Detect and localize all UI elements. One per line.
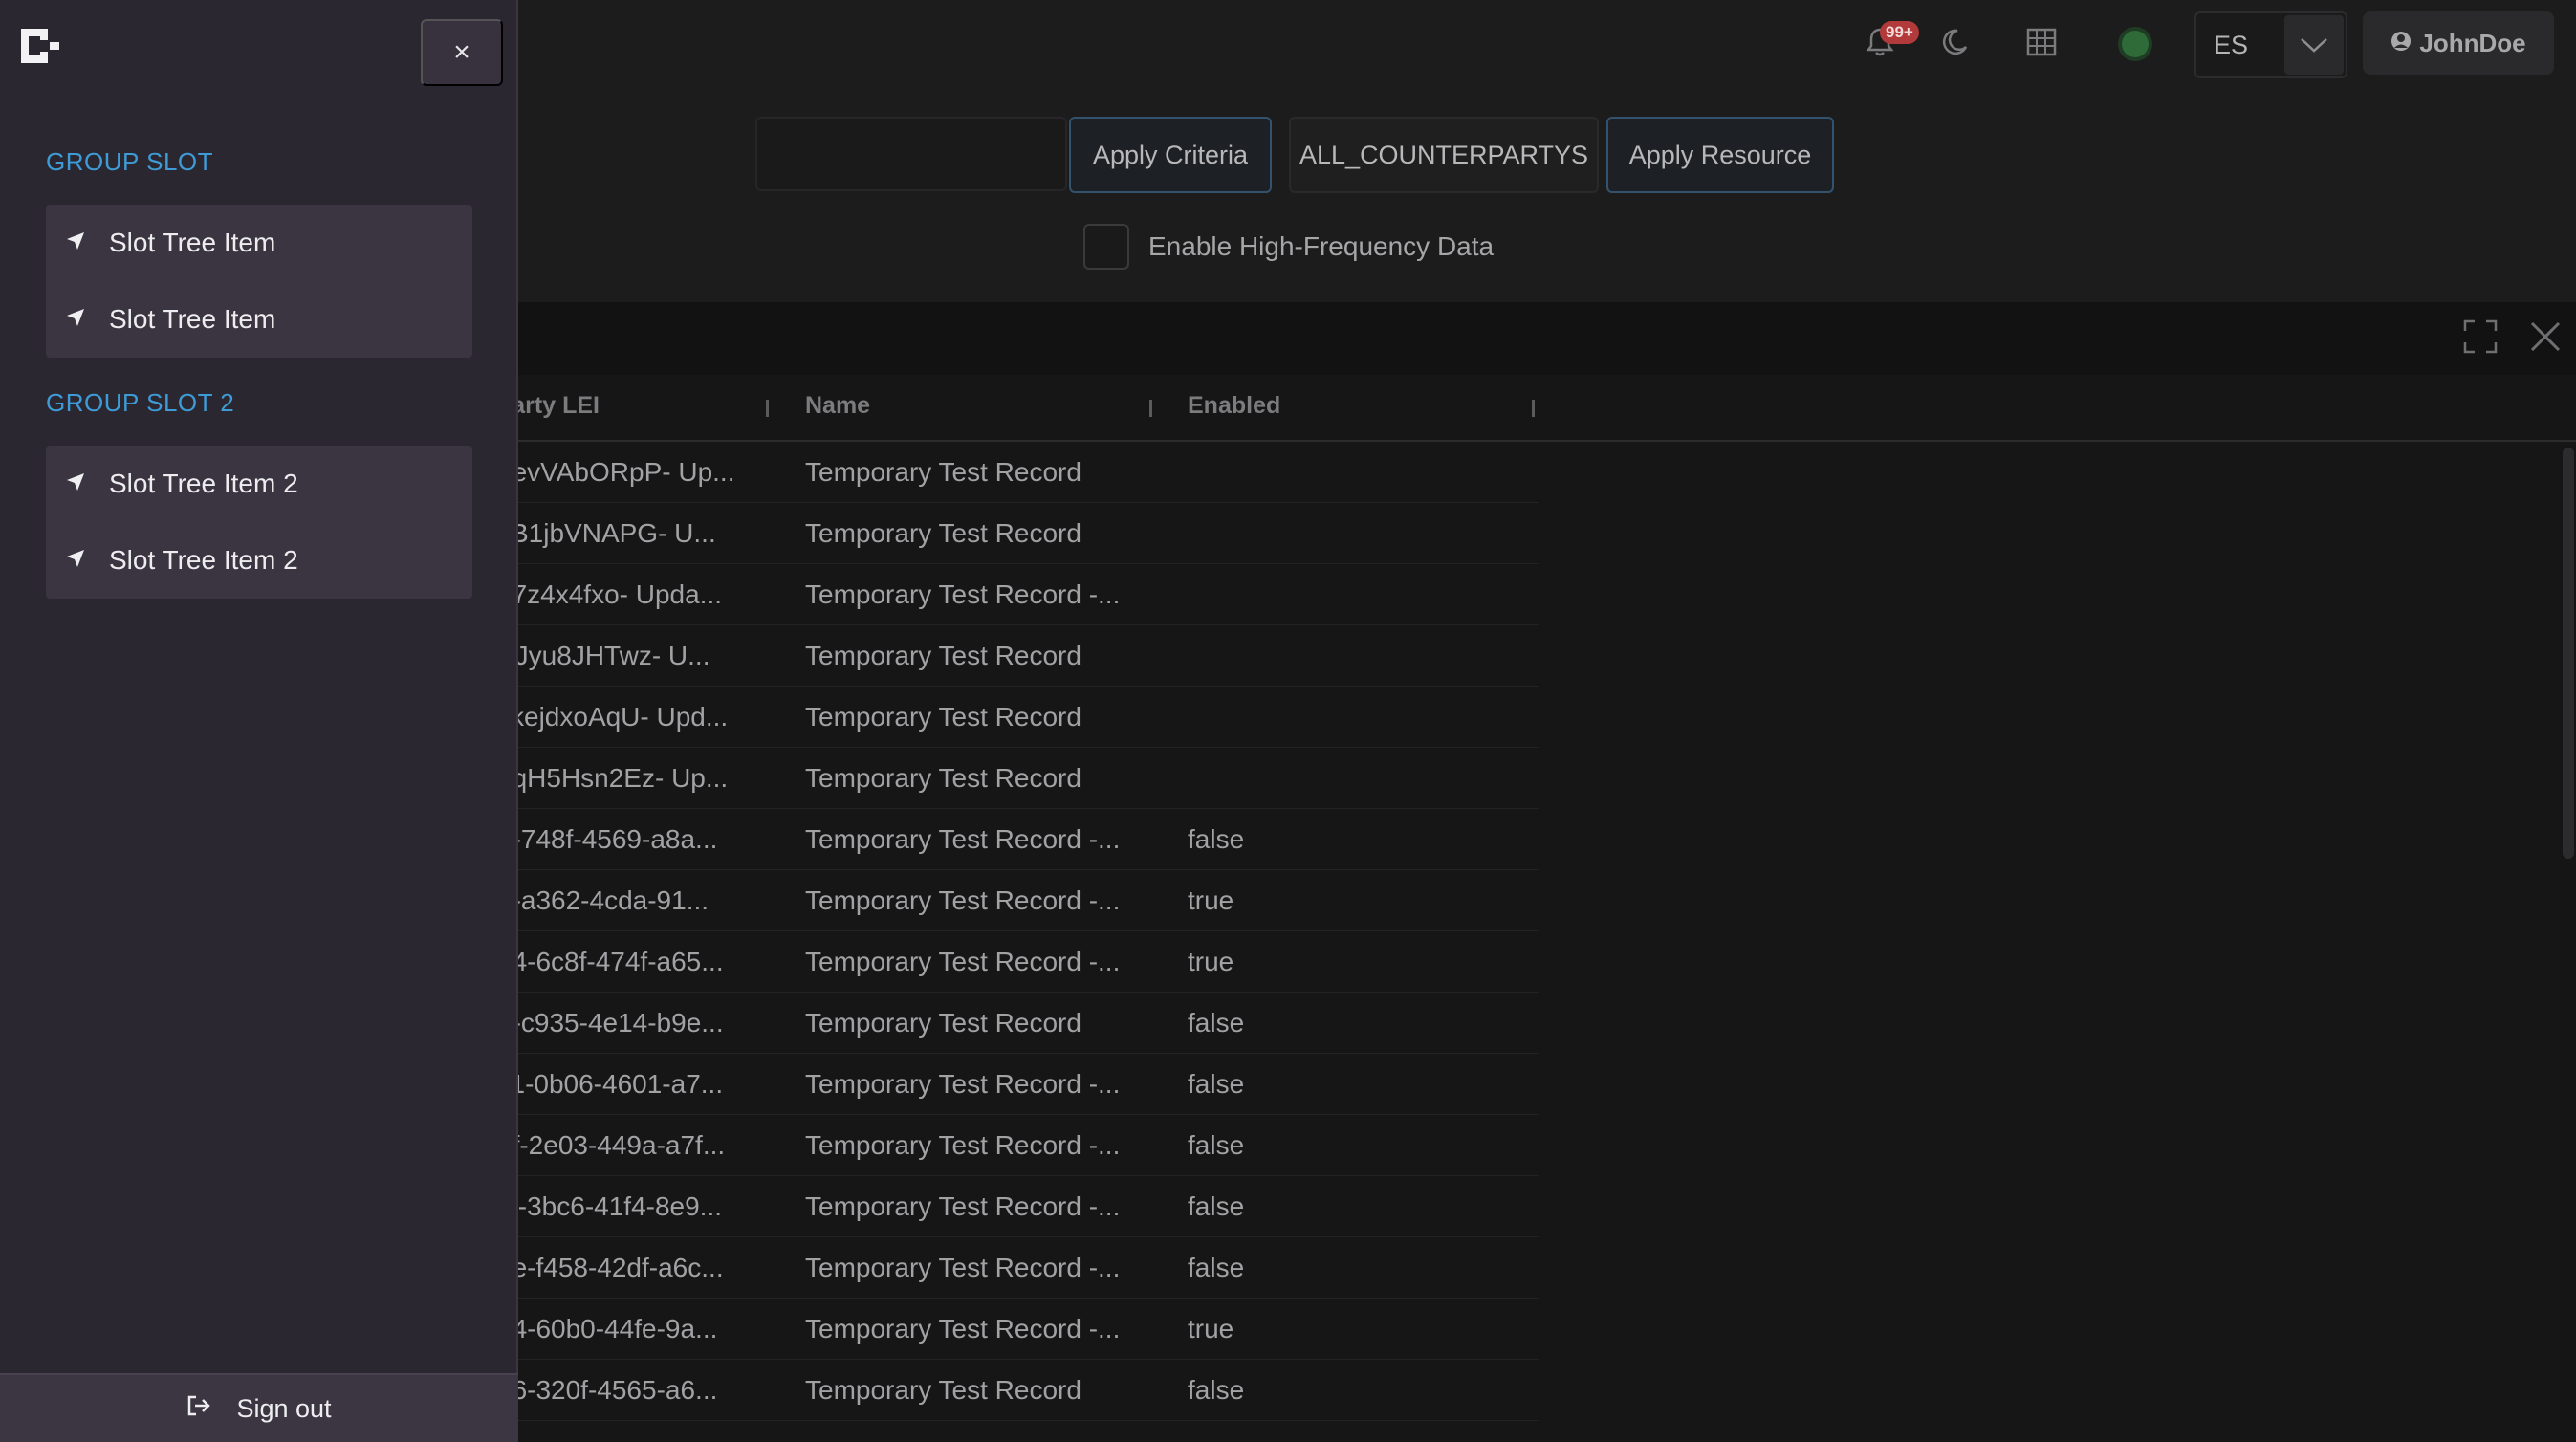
column-header-enabled[interactable]: Enabled: [1188, 392, 1280, 420]
counterparty-select[interactable]: ALL_COUNTERPARTYS: [1289, 117, 1599, 193]
logo-icon[interactable]: [19, 27, 61, 69]
notification-badge: 99+: [1880, 21, 1919, 44]
sidebar-tree-item-label: Slot Tree Item: [109, 304, 276, 334]
column-resize-handle[interactable]: [1532, 400, 1535, 417]
cell-lei: 5f-2e03-449a-a7f...: [497, 1130, 726, 1160]
navigation-arrow-icon: [65, 545, 86, 576]
apply-criteria-button[interactable]: Apply Criteria: [1069, 117, 1272, 193]
cell-enabled: false: [1188, 1130, 1245, 1160]
sidebar-tree-item[interactable]: Slot Tree Item: [46, 281, 472, 358]
high-frequency-checkbox[interactable]: [1083, 224, 1129, 270]
sidebar-tree-item[interactable]: Slot Tree Item 2: [46, 522, 472, 599]
column-resize-handle[interactable]: [1149, 400, 1152, 417]
criteria-input[interactable]: [755, 117, 1067, 191]
language-select[interactable]: ES: [2194, 11, 2347, 78]
cell-name: Temporary Test Record -...: [805, 1191, 1121, 1221]
cell-name: Temporary Test Record: [805, 1008, 1081, 1038]
cell-enabled: false: [1188, 1191, 1245, 1221]
close-icon[interactable]: [2526, 317, 2565, 360]
cell-name: Temporary Test Record -...: [805, 1069, 1121, 1099]
cell-enabled: false: [1188, 1069, 1245, 1099]
navigation-arrow-icon: [65, 469, 86, 499]
sidebar-group: Slot Tree Item Slot Tree Item: [46, 205, 472, 358]
cell-name: Temporary Test Record -...: [805, 579, 1121, 609]
cell-enabled: false: [1188, 1008, 1245, 1038]
sidebar-group: Slot Tree Item 2 Slot Tree Item 2: [46, 446, 472, 599]
cell-name: Temporary Test Record: [805, 518, 1081, 548]
column-resize-handle[interactable]: [766, 400, 769, 417]
cell-enabled: false: [1188, 824, 1245, 854]
grid-view-button[interactable]: [2013, 15, 2070, 73]
cell-name: Temporary Test Record -...: [805, 885, 1121, 915]
cell-enabled: false: [1188, 1253, 1245, 1282]
cell-lei: 8-748f-4569-a8a...: [497, 824, 718, 854]
cell-lei: kkejdxoAqU- Upd...: [497, 702, 729, 732]
cell-lei: 9-a362-4cda-91...: [497, 885, 709, 915]
cell-name: Temporary Test Record: [805, 763, 1081, 793]
sidebar-tree-item-label: Slot Tree Item 2: [109, 469, 298, 498]
cell-lei: eqH5Hsn2Ez- Up...: [497, 763, 729, 793]
cell-name: Temporary Test Record -...: [805, 1314, 1121, 1344]
sidebar-tree-item[interactable]: Slot Tree Item 2: [46, 446, 472, 522]
cell-name: Temporary Test Record: [805, 641, 1081, 670]
moon-icon: [1940, 28, 1969, 61]
high-frequency-label: Enable High-Frequency Data: [1148, 231, 1495, 261]
cell-lei: cf-3bc6-41f4-8e9...: [497, 1191, 723, 1221]
sidebar-close-button[interactable]: ×: [421, 19, 503, 86]
cell-name: Temporary Test Record -...: [805, 1130, 1121, 1160]
cell-name: Temporary Test Record: [805, 1375, 1081, 1405]
cell-name: Temporary Test Record: [805, 702, 1081, 732]
table-scrollbar-thumb[interactable]: [2563, 448, 2574, 859]
cell-lei: zB1jbVNAPG- U...: [497, 518, 716, 548]
sidebar: × GROUP SLOT Slot Tree Item Slot Tree It…: [0, 0, 518, 1442]
sign-out-icon: [186, 1394, 211, 1424]
cell-name: Temporary Test Record: [805, 457, 1081, 487]
connection-status-indicator: [2122, 31, 2149, 57]
cell-lei: a-c935-4e14-b9e...: [497, 1008, 724, 1038]
user-icon: [2390, 29, 2412, 58]
sign-out-button[interactable]: Sign out: [0, 1373, 518, 1442]
cell-enabled: true: [1188, 947, 1234, 976]
cell-lei: PJyu8JHTwz- U...: [497, 641, 710, 670]
cell-lei: 94-60b0-44fe-9a...: [497, 1314, 718, 1344]
column-header-name[interactable]: Name: [805, 392, 870, 420]
chevron-down-icon[interactable]: [2284, 15, 2344, 75]
language-value: ES: [2214, 30, 2249, 59]
cell-enabled: true: [1188, 1314, 1234, 1344]
high-frequency-toggle[interactable]: Enable High-Frequency Data: [1083, 224, 1494, 270]
navigation-arrow-icon: [65, 304, 86, 335]
cell-name: Temporary Test Record -...: [805, 824, 1121, 854]
sidebar-tree-item-label: Slot Tree Item: [109, 228, 276, 257]
sign-out-label: Sign out: [236, 1393, 332, 1423]
sidebar-tree-item[interactable]: Slot Tree Item: [46, 205, 472, 281]
cell-lei: o7z4x4fxo- Upda...: [497, 579, 723, 609]
cell-enabled: true: [1188, 885, 1234, 915]
theme-toggle-button[interactable]: [1926, 15, 1983, 73]
expand-icon[interactable]: [2461, 317, 2500, 360]
cell-lei: 7e-f458-42df-a6c...: [497, 1253, 724, 1282]
cell-name: Temporary Test Record -...: [805, 1253, 1121, 1282]
cell-lei: d4-6c8f-474f-a65...: [497, 947, 724, 976]
user-menu-button[interactable]: JohnDoe: [2363, 11, 2554, 75]
sidebar-group-title: GROUP SLOT: [46, 147, 214, 176]
apply-resource-button[interactable]: Apply Resource: [1606, 117, 1834, 193]
cell-lei: 76-320f-4565-a6...: [497, 1375, 718, 1405]
sidebar-group-title: GROUP SLOT 2: [46, 388, 235, 417]
cell-lei: 11-0b06-4601-a7...: [497, 1069, 724, 1099]
cell-name: Temporary Test Record -...: [805, 947, 1121, 976]
navigation-arrow-icon: [65, 228, 86, 258]
grid-icon: [2026, 28, 2057, 61]
notifications-button[interactable]: 99+: [1851, 15, 1919, 73]
cell-lei: nevVAbORpP- Up...: [497, 457, 735, 487]
username-label: JohnDoe: [2419, 28, 2526, 57]
sidebar-tree-item-label: Slot Tree Item 2: [109, 545, 298, 575]
cell-enabled: false: [1188, 1375, 1245, 1405]
